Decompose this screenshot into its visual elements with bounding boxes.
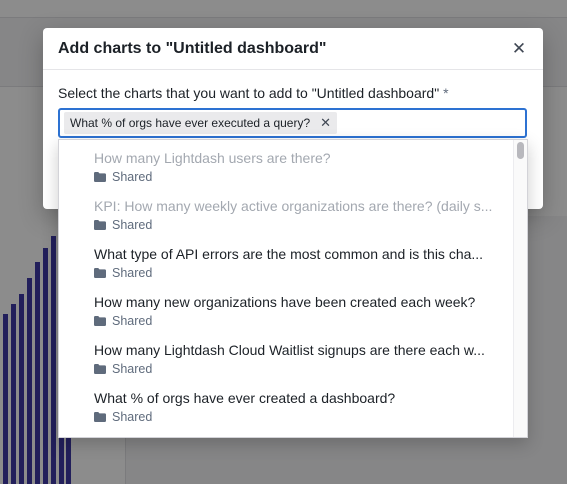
remove-tag-icon[interactable]: ✕ xyxy=(320,115,331,131)
chart-option-space: Shared xyxy=(94,170,515,184)
charts-field-label-text: Select the charts that you want to add t… xyxy=(58,85,440,101)
chart-option-space: Shared xyxy=(94,314,515,328)
folder-icon xyxy=(94,172,106,182)
folder-icon xyxy=(94,316,106,326)
modal-title: Add charts to "Untitled dashboard" xyxy=(58,39,327,57)
selected-chart-tag-label: What % of orgs have ever executed a quer… xyxy=(70,116,311,130)
chart-option: KPI: How many weekly active organization… xyxy=(59,188,515,236)
folder-icon xyxy=(94,268,106,278)
required-mark: * xyxy=(443,85,449,101)
charts-dropdown-list: How many Lightdash users are there? Share… xyxy=(59,140,515,428)
chart-option-space: Shared xyxy=(94,266,515,280)
chart-option-space-label: Shared xyxy=(112,410,153,424)
chart-option: How many Lightdash users are there? Share… xyxy=(59,140,515,188)
dropdown-scroll-thumb[interactable] xyxy=(517,142,524,159)
chart-option-title: How many new organizations have been cre… xyxy=(94,294,476,310)
chart-option[interactable]: What % of orgs have ever created a dashb… xyxy=(59,380,515,428)
chart-option-title: How many Lightdash Cloud Waitlist signup… xyxy=(94,342,485,358)
charts-field-label: Select the charts that you want to add t… xyxy=(58,85,449,101)
folder-icon xyxy=(94,364,106,374)
chart-option[interactable]: How many new organizations have been cre… xyxy=(59,284,515,332)
chart-option-space: Shared xyxy=(94,362,515,376)
chart-option-space-label: Shared xyxy=(112,218,153,232)
selected-chart-tag: What % of orgs have ever executed a quer… xyxy=(64,112,338,134)
close-icon[interactable]: ✕ xyxy=(510,39,528,58)
chart-option[interactable]: How many Lightdash Cloud Waitlist signup… xyxy=(59,332,515,380)
chart-option-space-label: Shared xyxy=(112,362,153,376)
chart-option-title: What type of API errors are the most com… xyxy=(94,246,484,262)
chart-option-space-label: Shared xyxy=(112,170,153,184)
chart-option-space-label: Shared xyxy=(112,266,153,280)
chart-option-title: How many Lightdash users are there? xyxy=(94,150,331,166)
chart-option-title: What % of orgs have ever created a dashb… xyxy=(94,390,396,406)
chart-option-title: KPI: How many weekly active organization… xyxy=(94,198,493,214)
charts-dropdown: How many Lightdash users are there? Share… xyxy=(58,139,528,438)
dropdown-scrollbar[interactable] xyxy=(513,140,527,437)
folder-icon xyxy=(94,412,106,422)
folder-icon xyxy=(94,220,106,230)
chart-option-space: Shared xyxy=(94,218,515,232)
chart-option-space-label: Shared xyxy=(112,314,153,328)
chart-option[interactable]: What type of API errors are the most com… xyxy=(59,236,515,284)
charts-multiselect-input[interactable]: What % of orgs have ever executed a quer… xyxy=(58,108,527,138)
modal-header: Add charts to "Untitled dashboard" ✕ xyxy=(43,28,543,70)
chart-option-space: Shared xyxy=(94,410,515,424)
